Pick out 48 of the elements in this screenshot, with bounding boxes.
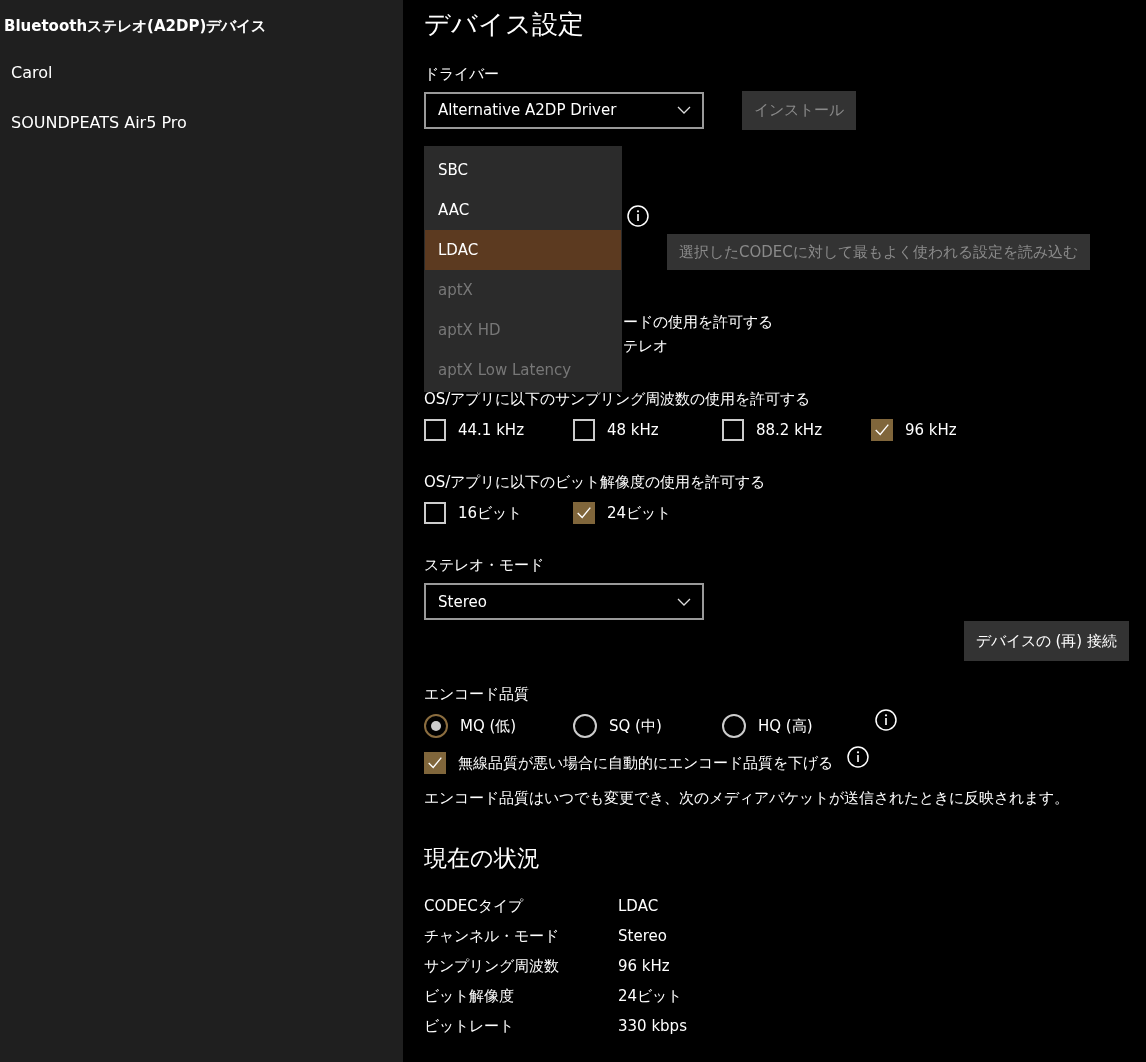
driver-label: ドライバー (424, 64, 499, 85)
driver-dropdown[interactable]: Alternative A2DP Driver (424, 91, 704, 129)
checkbox[interactable] (871, 419, 893, 441)
codec-option[interactable]: AAC (425, 190, 621, 230)
encode-quality-label: エンコード品質 (424, 684, 529, 705)
checkbox-label: 24ビット (607, 503, 672, 523)
status-value: 330 kbps (618, 1016, 687, 1037)
status-value: Stereo (618, 926, 667, 947)
info-icon[interactable] (875, 709, 897, 731)
checkbox-label: 48 kHz (607, 421, 659, 439)
option-label: テレオ (623, 336, 668, 357)
info-icon[interactable] (847, 746, 869, 768)
radio-label: MQ (低) (460, 716, 517, 736)
stereo-mode-dropdown[interactable]: Stereo (424, 583, 704, 620)
status-label: ビット解像度 (424, 986, 515, 1007)
status-label: CODECタイプ (424, 896, 525, 917)
status-value: 96 kHz (618, 956, 670, 977)
bit-depth-label: OS/アプリに以下のビット解像度の使用を許可する (424, 472, 766, 493)
status-label: ビットレート (424, 1016, 515, 1037)
checkbox[interactable] (573, 502, 595, 524)
page-title: デバイス設定 (424, 8, 584, 41)
checkbox-label: 16ビット (458, 503, 523, 523)
checkbox-label: 44.1 kHz (458, 421, 524, 439)
status-value: 24ビット (618, 986, 683, 1007)
status-label: サンプリング周波数 (424, 956, 560, 977)
status-label: チャンネル・モード (424, 926, 560, 947)
info-icon[interactable] (627, 205, 649, 227)
chevron-down-icon (677, 106, 691, 114)
section-title: 現在の状況 (424, 844, 540, 873)
checkbox-label: 無線品質が悪い場合に自動的にエンコード品質を下げる (458, 753, 833, 773)
codec-option[interactable]: LDAC (425, 230, 621, 270)
radio-label: HQ (高) (758, 716, 813, 736)
sample-rate-label: OS/アプリに以下のサンプリング周波数の使用を許可する (424, 389, 811, 410)
chevron-down-icon (677, 597, 691, 606)
note-text: エンコード品質はいつでも変更でき、次のメディアパケットが送信されたときに反映されます。 (424, 788, 1069, 809)
status-value: LDAC (618, 896, 659, 917)
checkbox-label: 96 kHz (905, 421, 957, 439)
radio-button[interactable] (424, 714, 448, 738)
reconnect-button[interactable]: デバイスの (再) 接続 (963, 621, 1129, 661)
device-item[interactable]: Carol (0, 48, 53, 98)
sidebar-title: Bluetoothステレオ(A2DP)デバイス (3, 16, 267, 37)
checkbox[interactable] (424, 752, 446, 774)
radio-label: SQ (中) (609, 716, 662, 736)
checkbox-label: 88.2 kHz (756, 421, 822, 439)
codec-option[interactable]: SBC (425, 150, 621, 190)
device-item[interactable]: SOUNDPEATS Air5 Pro (0, 98, 187, 148)
option-label: ードの使用を許可する (623, 312, 773, 333)
stereo-mode-label: ステレオ・モード (424, 555, 544, 576)
